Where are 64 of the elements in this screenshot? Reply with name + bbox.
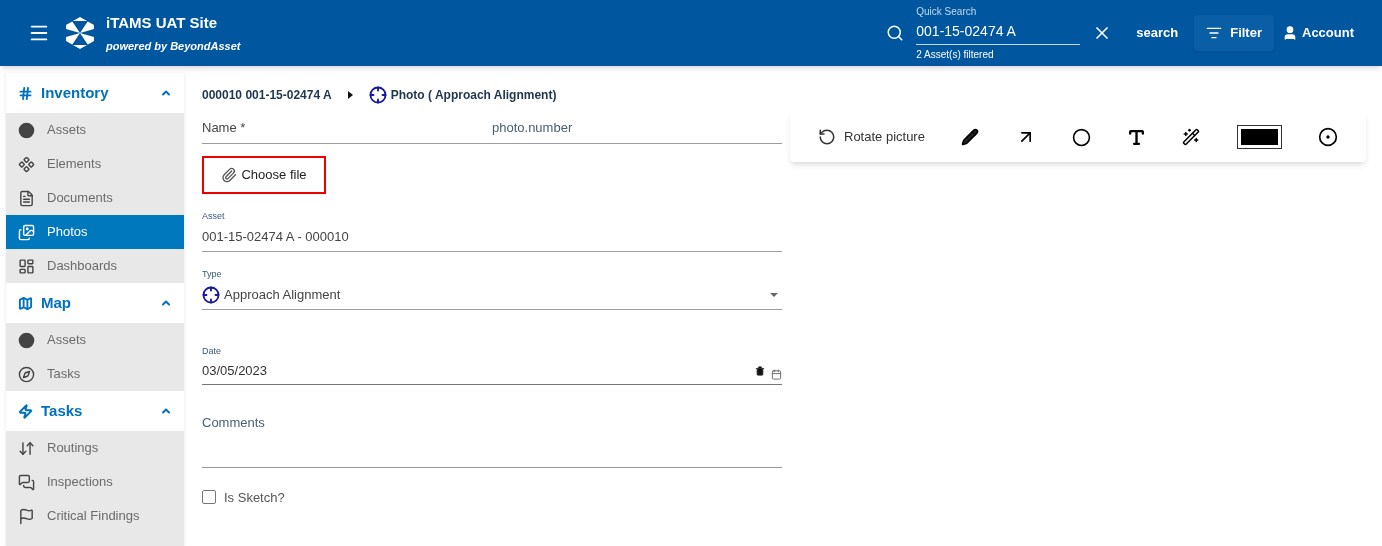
date-label: Date: [202, 344, 222, 358]
target-icon: [202, 285, 220, 304]
lightning-icon: [18, 403, 33, 419]
calendar-icon[interactable]: [771, 369, 782, 381]
checkbox[interactable]: [202, 490, 216, 505]
dashboard-icon: [18, 257, 35, 275]
comments-field[interactable]: Comments: [202, 412, 782, 468]
asset-field[interactable]: 001-15-02474 A - 000010: [202, 223, 782, 252]
chat-icon: [18, 473, 35, 491]
search-icon: [886, 24, 905, 42]
filter-icon: [1206, 25, 1223, 41]
filter-count: 2 Asset(s) filtered: [916, 48, 995, 62]
magic-wand-icon[interactable]: [1182, 128, 1201, 146]
breadcrumb-current: Photo ( Approach Alignment): [390, 87, 557, 104]
sidebar-item[interactable]: Routings: [6, 431, 184, 465]
sidebar-section[interactable]: Map: [6, 283, 184, 323]
document-icon: [18, 189, 35, 207]
hash-icon: [18, 85, 33, 101]
caret-icon: [347, 91, 353, 99]
is-sketch-label: Is Sketch?: [224, 488, 285, 507]
target-icon: [368, 86, 387, 104]
sidebar-item[interactable]: Assets: [6, 113, 184, 147]
sidebar-item[interactable]: Inspections: [6, 465, 184, 499]
dots-icon: [18, 155, 35, 173]
search-button[interactable]: search: [1128, 15, 1187, 51]
sidebar-section[interactable]: Tasks: [6, 391, 184, 431]
circle-icon: [18, 331, 35, 349]
account-button[interactable]: Account: [1282, 15, 1354, 51]
pencil-icon[interactable]: [961, 128, 980, 146]
breadcrumb-link[interactable]: 000010 001-15-02474 A: [202, 86, 332, 104]
image-icon: [18, 223, 35, 241]
rotate-picture-button[interactable]: Rotate picture: [818, 127, 925, 147]
color-swatch[interactable]: [1236, 125, 1282, 149]
circle-icon[interactable]: [1071, 127, 1091, 147]
sidebar-item[interactable]: Tasks: [6, 357, 184, 391]
user-icon: [1282, 25, 1298, 41]
date-field[interactable]: 03/05/2023: [202, 358, 782, 385]
choose-file-button[interactable]: Choose file: [202, 155, 326, 194]
map-icon: [18, 295, 33, 311]
sidebar-item[interactable]: Documents: [6, 181, 184, 215]
compass-icon: [18, 365, 35, 383]
type-select[interactable]: Approach Alignment: [202, 281, 782, 310]
sidebar-section[interactable]: Inventory: [6, 73, 184, 113]
site-title: iTAMS UAT Site: [106, 12, 219, 33]
site-subtitle: powered by BeyondAsset: [106, 39, 241, 54]
rotate-icon: [818, 128, 836, 146]
delete-icon[interactable]: [755, 365, 765, 376]
point-icon[interactable]: [1317, 127, 1338, 147]
filter-button[interactable]: Filter: [1194, 15, 1274, 51]
paperclip-icon: [221, 166, 238, 183]
name-field[interactable]: Name * photo.number: [202, 118, 782, 144]
quick-search-label: Quick Search: [916, 5, 978, 19]
quick-search-field[interactable]: 001-15-02474 A: [916, 19, 1081, 45]
sidebar-item[interactable]: Dashboards: [6, 249, 184, 283]
sidebar-item[interactable]: Assets: [6, 323, 184, 357]
sidebar-item[interactable]: Elements: [6, 147, 184, 181]
asset-label: Asset: [202, 209, 226, 223]
circle-icon: [18, 121, 35, 139]
flag-icon: [18, 507, 35, 525]
sidebar-item[interactable]: Photos: [6, 215, 184, 249]
type-label: Type: [202, 267, 223, 281]
text-icon[interactable]: [1127, 127, 1147, 147]
arrows-icon: [18, 439, 35, 457]
sidebar-item[interactable]: Critical Findings: [6, 499, 184, 533]
